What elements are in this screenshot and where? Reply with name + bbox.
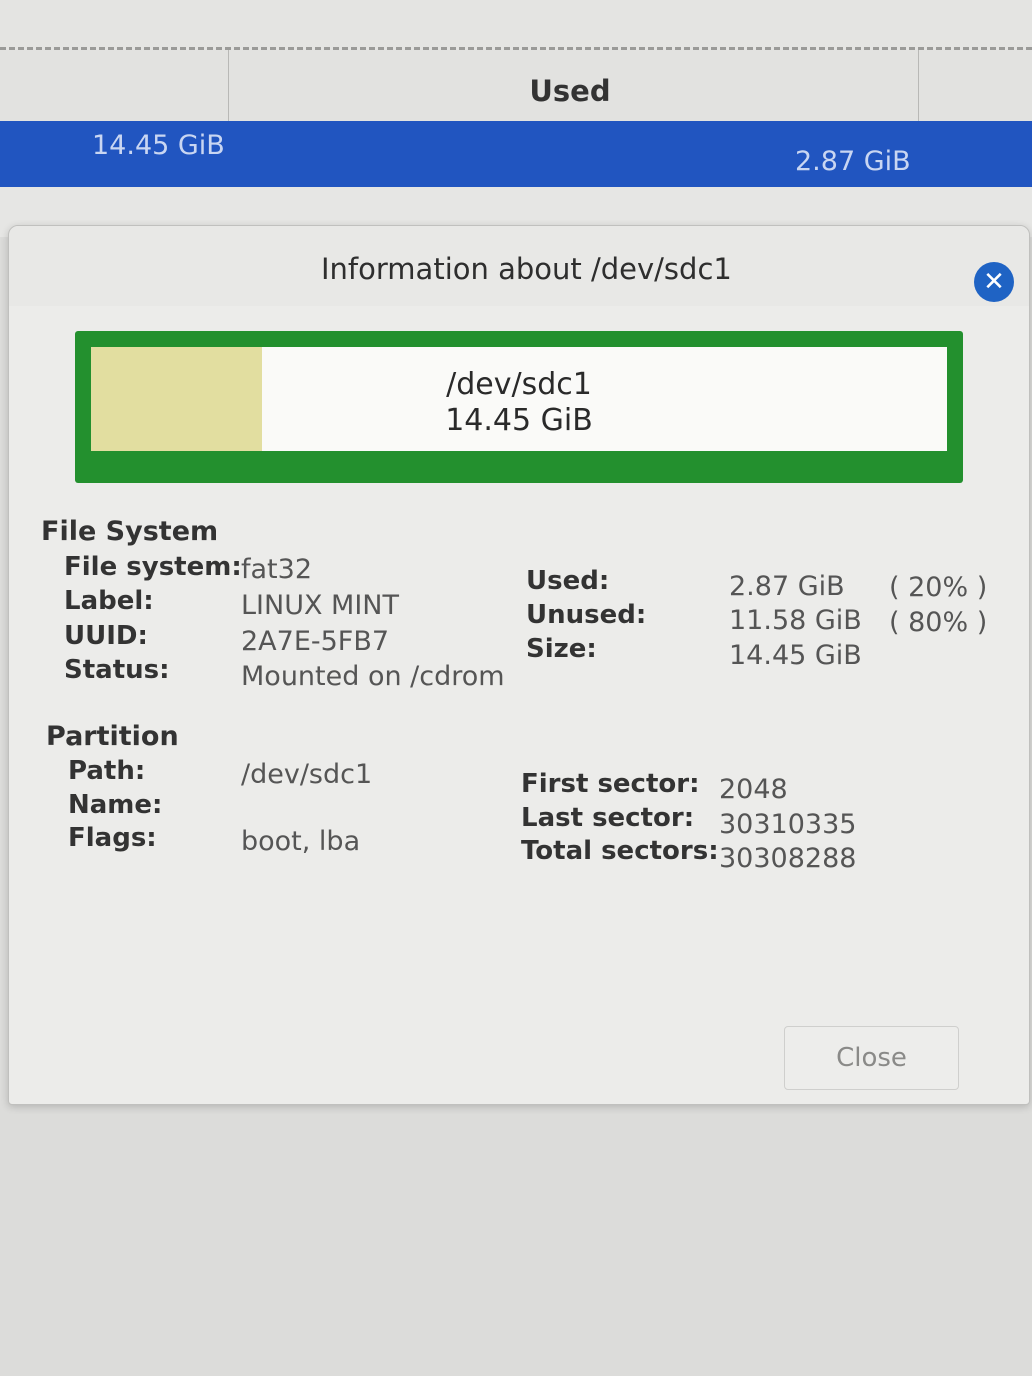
close-button[interactable]: Close [784,1026,959,1090]
label-label: Label: [64,586,154,616]
partition-heading: Partition [46,721,179,752]
first-sector-label: First sector: [521,769,700,799]
uuid-value: 2A7E-5FB7 [241,626,390,657]
unused-value: 11.58 GiB [729,605,862,636]
last-sector-label: Last sector: [521,803,695,833]
last-sector-value: 30310335 [719,809,857,840]
file-system-heading: File System [41,516,219,547]
partition-graphic-size: 14.45 GiB [445,403,593,438]
dialog-titlebar: Information about /dev/sdc1 ✕ [9,226,1029,306]
partition-graphic-inner: /dev/sdc1 14.45 GiB [91,347,947,451]
path-value: /dev/sdc1 [241,759,373,790]
unused-label: Unused: [526,600,647,630]
used-percent: ( 20% ) [889,572,988,603]
status-value: Mounted on /cdrom [241,661,505,692]
column-separator [228,50,229,122]
size-value: 14.45 GiB [729,640,862,671]
file-system-value: fat32 [241,554,312,585]
partition-graphic-path: /dev/sdc1 [446,367,592,402]
flags-value: boot, lba [241,826,361,857]
partition-graphic: /dev/sdc1 14.45 GiB [75,331,963,483]
uuid-label: UUID: [64,621,148,651]
size-label: Size: [526,634,597,664]
toolbar-strip [0,0,1032,50]
unused-percent: ( 80% ) [889,607,988,638]
path-label: Path: [68,756,146,786]
used-value: 2.87 GiB [729,571,845,602]
partition-info-dialog: Information about /dev/sdc1 ✕ /dev/sdc1 … [8,225,1030,1105]
dialog-title: Information about /dev/sdc1 [321,252,732,286]
label-value: LINUX MINT [241,590,399,621]
close-circle-icon[interactable]: ✕ [974,262,1014,302]
file-system-label: File system: [64,552,242,582]
column-separator [918,50,919,122]
row-size-value: 14.45 GiB [92,130,225,161]
row-used-value: 2.87 GiB [795,146,911,177]
first-sector-value: 2048 [719,774,788,805]
status-label: Status: [64,655,170,685]
name-label: Name: [68,790,163,820]
column-header-used[interactable]: Used [500,74,640,108]
total-sectors-label: Total sectors: [521,836,719,866]
used-label: Used: [526,566,610,596]
total-sectors-value: 30308288 [719,843,857,874]
flags-label: Flags: [68,823,157,853]
